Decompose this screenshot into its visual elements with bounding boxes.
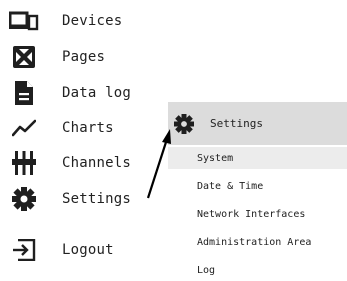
submenu-item-date-time[interactable]: Date & Time — [168, 175, 347, 197]
submenu-item-network-interfaces[interactable]: Network Interfaces — [168, 203, 347, 225]
submenu-item-log[interactable]: Log — [168, 259, 347, 281]
submenu-title: Settings — [210, 117, 263, 130]
sidebar-item-data-log[interactable]: Data log — [8, 78, 131, 108]
sidebar-item-label: Devices — [62, 13, 123, 29]
submenu-header[interactable]: Settings — [168, 102, 347, 145]
sidebar-item-label: Logout — [62, 242, 114, 258]
sidebar-item-label: Data log — [62, 85, 132, 101]
sidebar-item-devices[interactable]: Devices — [8, 6, 122, 36]
sidebar-item-pages[interactable]: Pages — [8, 42, 105, 72]
submenu-item-label: Administration Area — [197, 236, 312, 248]
settings-submenu: Settings System Date & Time Network Inte… — [168, 102, 347, 279]
submenu-item-administration-area[interactable]: Administration Area — [168, 231, 347, 253]
channels-icon — [8, 151, 40, 175]
pages-icon — [8, 45, 40, 69]
chart-line-icon — [8, 116, 40, 140]
file-icon — [8, 81, 40, 105]
submenu-item-label: Date & Time — [197, 180, 264, 192]
devices-icon — [8, 9, 40, 33]
sidebar-item-channels[interactable]: Channels — [8, 148, 131, 178]
gear-icon — [172, 112, 196, 136]
submenu-item-label: Log — [197, 264, 216, 276]
logout-icon — [8, 238, 40, 262]
sidebar-item-charts[interactable]: Charts — [8, 113, 114, 143]
gear-icon — [8, 187, 40, 211]
sidebar-item-label: Channels — [62, 155, 132, 171]
sidebar-item-logout[interactable]: Logout — [8, 235, 114, 265]
submenu-item-label: System — [197, 152, 234, 164]
sidebar-item-label: Charts — [62, 120, 114, 136]
sidebar-item-label: Pages — [62, 49, 106, 65]
submenu-item-label: Network Interfaces — [197, 208, 306, 220]
sidebar-item-settings[interactable]: Settings — [8, 184, 131, 214]
submenu-item-system[interactable]: System — [168, 147, 347, 169]
sidebar-item-label: Settings — [62, 191, 132, 207]
